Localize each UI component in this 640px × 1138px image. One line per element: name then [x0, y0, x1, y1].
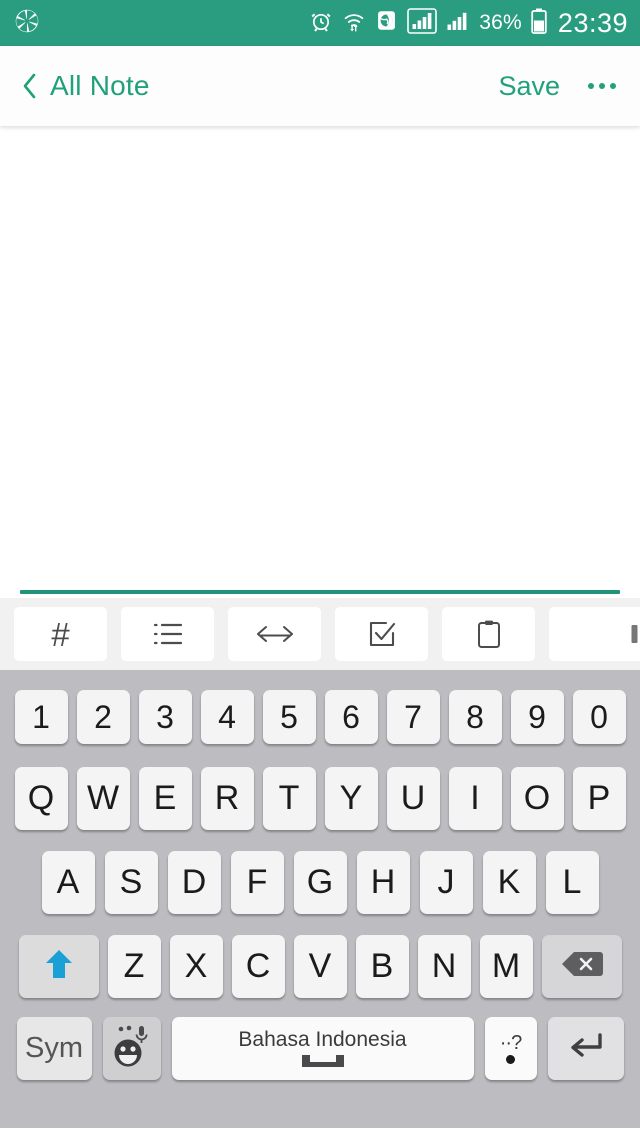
- key-d[interactable]: D: [167, 850, 221, 914]
- emoji-mic-key[interactable]: [102, 1016, 161, 1080]
- status-bar-left: [14, 8, 40, 39]
- key-0[interactable]: 0: [572, 690, 626, 744]
- spacebar-key[interactable]: Bahasa Indonesia: [171, 1016, 474, 1080]
- wifi-icon: [342, 9, 366, 38]
- key-r[interactable]: R: [200, 766, 254, 830]
- key-l[interactable]: L: [545, 850, 599, 914]
- key-x[interactable]: X: [169, 934, 223, 998]
- alarm-clock-icon: [309, 9, 333, 38]
- code-brackets-icon[interactable]: [228, 607, 321, 661]
- overflow-menu-icon[interactable]: [586, 77, 618, 95]
- spacebar-language-label: Bahasa Indonesia: [238, 1027, 407, 1051]
- key-y[interactable]: Y: [324, 766, 378, 830]
- key-8[interactable]: 8: [448, 690, 502, 744]
- shift-arrow-up-icon: [44, 948, 74, 985]
- key-u[interactable]: U: [386, 766, 440, 830]
- key-9[interactable]: 9: [510, 690, 564, 744]
- key-3[interactable]: 3: [138, 690, 192, 744]
- app-bar: All Note Save: [0, 46, 640, 126]
- key-v[interactable]: V: [293, 934, 347, 998]
- camera-aperture-icon: [14, 8, 40, 39]
- key-e[interactable]: E: [138, 766, 192, 830]
- soft-keyboard: 1 2 3 4 5 6 7 8 9 0 Q W E R T Y U I O P …: [0, 670, 640, 1128]
- app-bar-actions: Save: [498, 71, 618, 102]
- period-key-alt-label: ··?: [499, 1031, 522, 1054]
- backspace-key[interactable]: [541, 934, 622, 998]
- period-key[interactable]: ··?: [484, 1016, 537, 1080]
- battery-percent-label: 36%: [479, 11, 522, 34]
- enter-return-icon: [566, 1030, 606, 1067]
- app-bar-title: All Note: [50, 70, 150, 101]
- phone-screen: 36% 23:39 All Note Save # 1 2 3 4 5 6 7 …: [0, 0, 640, 1138]
- hash-glyph: #: [51, 615, 70, 653]
- key-t[interactable]: T: [262, 766, 316, 830]
- key-7[interactable]: 7: [386, 690, 440, 744]
- clipboard-icon[interactable]: [442, 607, 535, 661]
- checkbox-task-icon[interactable]: [335, 607, 428, 661]
- status-bar-right: 36% 23:39: [309, 8, 628, 39]
- keyboard-row-bottom-letters: Z X C V B N M: [0, 924, 640, 1008]
- status-bar-clock: 23:39: [557, 7, 628, 38]
- enter-key[interactable]: [547, 1016, 624, 1080]
- format-toolbar: #: [0, 598, 640, 670]
- key-5[interactable]: 5: [262, 690, 316, 744]
- key-b[interactable]: B: [355, 934, 409, 998]
- keyboard-row-top: Q W E R T Y U I O P: [0, 756, 640, 840]
- key-n[interactable]: N: [417, 934, 471, 998]
- key-g[interactable]: G: [293, 850, 347, 914]
- note-text-input[interactable]: [22, 140, 618, 171]
- period-dot-icon: [506, 1054, 515, 1064]
- key-a[interactable]: A: [41, 850, 95, 914]
- bullet-list-icon[interactable]: [121, 607, 214, 661]
- key-k[interactable]: K: [482, 850, 536, 914]
- keyboard-row-function: Sym Bahasa Indonesia ··?: [0, 1008, 640, 1088]
- key-i[interactable]: I: [448, 766, 502, 830]
- back-button[interactable]: All Note: [18, 70, 150, 102]
- space-glyph-icon: [300, 1054, 346, 1073]
- shift-key[interactable]: [18, 934, 99, 998]
- status-bar: 36% 23:39: [0, 0, 640, 46]
- key-j[interactable]: J: [419, 850, 473, 914]
- save-button[interactable]: Save: [498, 71, 560, 102]
- heading-hash-icon[interactable]: #: [14, 607, 107, 661]
- key-w[interactable]: W: [76, 766, 130, 830]
- key-z[interactable]: Z: [107, 934, 161, 998]
- key-h[interactable]: H: [356, 850, 410, 914]
- key-2[interactable]: 2: [76, 690, 130, 744]
- key-p[interactable]: P: [572, 766, 626, 830]
- key-c[interactable]: C: [231, 934, 285, 998]
- key-q[interactable]: Q: [14, 766, 68, 830]
- emoji-smiley-icon: [110, 1023, 154, 1074]
- signal-icon: [446, 9, 470, 38]
- signal-boxed-icon: [407, 7, 438, 39]
- sim-globe-icon: [375, 9, 398, 37]
- chevron-left-icon: [18, 71, 40, 101]
- partial-icon[interactable]: [549, 607, 640, 661]
- key-o[interactable]: O: [510, 766, 564, 830]
- key-6[interactable]: 6: [324, 690, 378, 744]
- symbols-key[interactable]: Sym: [16, 1016, 92, 1080]
- keyboard-row-numbers: 1 2 3 4 5 6 7 8 9 0: [0, 678, 640, 756]
- battery-icon: [531, 8, 547, 39]
- key-1[interactable]: 1: [14, 690, 68, 744]
- backspace-icon: [560, 950, 604, 983]
- keyboard-row-home: A S D F G H J K L: [0, 840, 640, 924]
- note-underline: [20, 590, 620, 594]
- note-body[interactable]: [0, 126, 640, 598]
- key-m[interactable]: M: [479, 934, 533, 998]
- key-s[interactable]: S: [104, 850, 158, 914]
- key-4[interactable]: 4: [200, 690, 254, 744]
- key-f[interactable]: F: [230, 850, 284, 914]
